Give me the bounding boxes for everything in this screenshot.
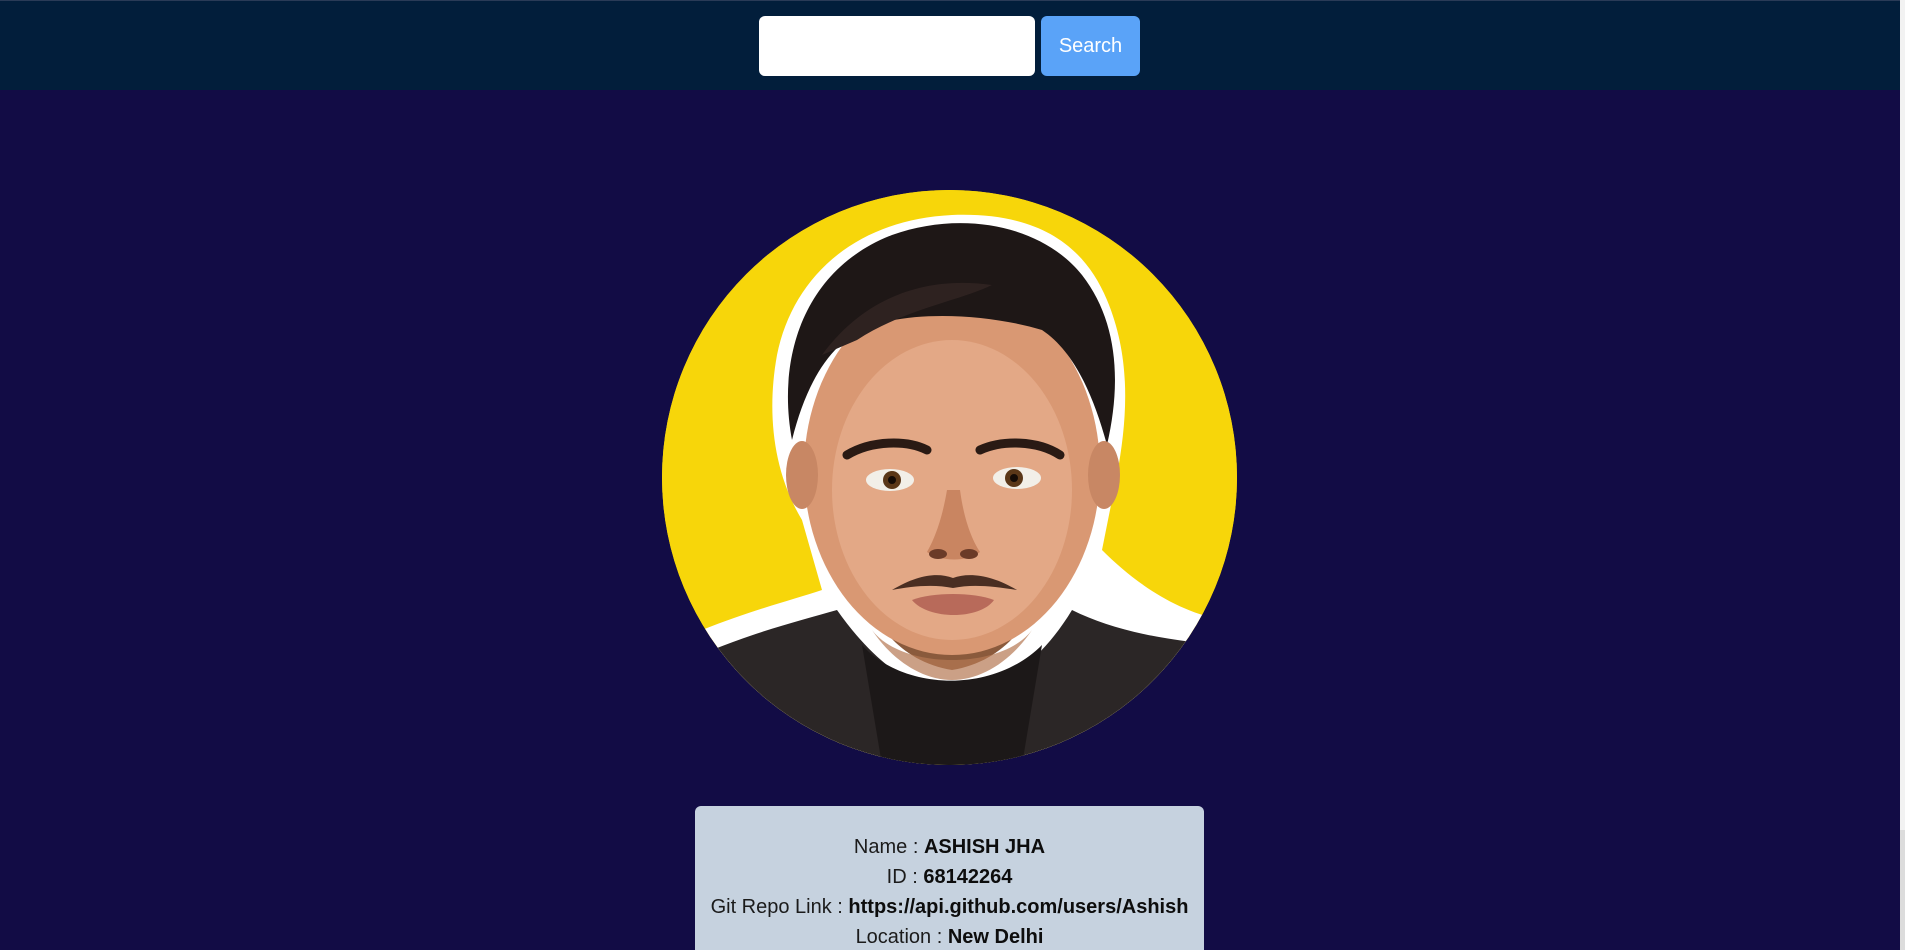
search-input[interactable] [759, 16, 1035, 76]
page-scrollbar[interactable] [1900, 0, 1905, 950]
id-value: 68142264 [923, 866, 1013, 888]
search-button[interactable]: Search [1041, 16, 1140, 76]
profile-avatar [662, 190, 1237, 765]
repo-link-label: Git Repo Link : [710, 896, 849, 918]
profile-info-card: Name : ASHISH JHA ID : 68142264 Git Repo… [695, 806, 1204, 950]
id-label: ID : [886, 866, 924, 888]
location-label: Location : [855, 926, 948, 948]
id-row: ID : 68142264 [695, 862, 1204, 892]
name-value: ASHISH JHA [923, 836, 1046, 858]
location-row: Location : New Delhi [695, 922, 1204, 950]
top-navbar: Search [0, 0, 1900, 90]
repo-link-row: Git Repo Link : https://api.github.com/u… [695, 892, 1204, 922]
name-label: Name : [853, 836, 924, 858]
location-value: New Delhi [947, 926, 1044, 948]
repo-link-value[interactable]: https://api.github.com/users/Ashish [848, 896, 1188, 918]
name-row: Name : ASHISH JHA [695, 832, 1204, 862]
scrollbar-thumb[interactable] [1900, 0, 1905, 830]
avatar-illustration-icon [662, 190, 1237, 765]
